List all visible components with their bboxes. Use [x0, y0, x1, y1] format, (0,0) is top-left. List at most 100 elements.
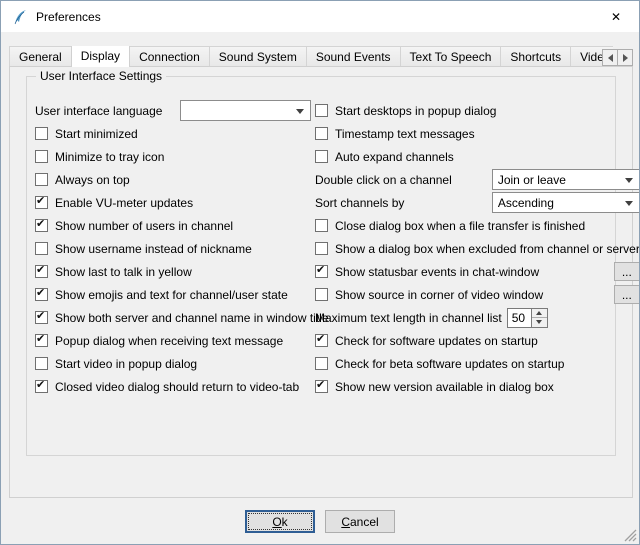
checkbox[interactable]: [35, 242, 48, 255]
checkbox-label: Close dialog box when a file transfer is…: [335, 219, 585, 233]
checkbox-label: Closed video dialog should return to vid…: [55, 380, 299, 394]
checkbox-row[interactable]: Start desktops in popup dialog: [315, 99, 640, 122]
checkbox-label: Show a dialog box when excluded from cha…: [335, 242, 640, 256]
checkbox[interactable]: [35, 357, 48, 370]
right-bottom-checkbox-list: Check for software updates on startup Ch…: [315, 329, 640, 398]
ui-settings-groupbox: User Interface Settings User interface l…: [26, 76, 616, 456]
resize-grip[interactable]: [624, 529, 637, 542]
tab[interactable]: Sound Events: [306, 46, 401, 66]
arrow-left-icon: [608, 54, 613, 62]
double-click-dropdown[interactable]: Join or leave: [492, 169, 640, 190]
checkbox-label: Start desktops in popup dialog: [335, 104, 496, 118]
checkbox-row[interactable]: Auto expand channels: [315, 145, 640, 168]
checkbox-label: Show last to talk in yellow: [55, 265, 192, 279]
tab-label: Display: [81, 49, 120, 63]
window-title: Preferences: [36, 10, 101, 24]
checkbox[interactable]: [315, 357, 328, 370]
checkbox[interactable]: [315, 288, 328, 301]
checkbox-row[interactable]: Show number of users in channel: [35, 214, 311, 237]
checkbox[interactable]: [35, 265, 48, 278]
checkbox-label: Show statusbar events in chat-window: [335, 265, 539, 279]
checkbox-row[interactable]: Show new version available in dialog box: [315, 375, 640, 398]
checkbox[interactable]: [315, 127, 328, 140]
checkbox[interactable]: [35, 150, 48, 163]
preferences-dialog: Preferences ✕ General Display Connection…: [0, 0, 640, 545]
checkbox-label: Timestamp text messages: [335, 127, 475, 141]
language-label: User interface language: [35, 104, 162, 118]
ok-button-label: Ok: [272, 515, 287, 529]
checkbox[interactable]: [35, 127, 48, 140]
checkbox[interactable]: [35, 380, 48, 393]
checkbox-row[interactable]: Minimize to tray icon: [35, 145, 311, 168]
language-dropdown[interactable]: [180, 100, 311, 121]
tab-scroll-right-button[interactable]: [617, 49, 633, 66]
sort-channels-dropdown-value: Ascending: [498, 196, 554, 210]
checkbox-row[interactable]: Show a dialog box when excluded from cha…: [315, 237, 640, 260]
tab-scroll-left-button[interactable]: [602, 49, 618, 66]
close-button[interactable]: ✕: [593, 1, 639, 32]
statusbar-events-row[interactable]: Show statusbar events in chat-window ...: [315, 260, 640, 283]
tab[interactable]: Shortcuts: [500, 46, 571, 66]
checkbox-label: Popup dialog when receiving text message: [55, 334, 283, 348]
tab[interactable]: Sound System: [209, 46, 307, 66]
checkbox[interactable]: [35, 288, 48, 301]
title-bar: Preferences ✕: [1, 1, 639, 32]
checkbox-label: Check for beta software updates on start…: [335, 357, 564, 371]
checkbox[interactable]: [315, 104, 328, 117]
video-source-more-button[interactable]: ...: [614, 285, 640, 304]
spinner-up-icon[interactable]: [532, 309, 547, 319]
checkbox-row[interactable]: Close dialog box when a file transfer is…: [315, 214, 640, 237]
tab-label: Shortcuts: [510, 50, 561, 64]
tab-bar: General Display Connection Sound System …: [9, 46, 613, 67]
checkbox-label: Show both server and channel name in win…: [55, 311, 329, 325]
checkbox[interactable]: [315, 380, 328, 393]
checkbox-row[interactable]: Show emojis and text for channel/user st…: [35, 283, 311, 306]
checkbox[interactable]: [35, 196, 48, 209]
checkbox[interactable]: [35, 219, 48, 232]
checkbox-row[interactable]: Show last to talk in yellow: [35, 260, 311, 283]
checkbox[interactable]: [315, 242, 328, 255]
tab[interactable]: General: [9, 46, 72, 66]
checkbox[interactable]: [315, 334, 328, 347]
checkbox[interactable]: [315, 150, 328, 163]
checkbox[interactable]: [315, 219, 328, 232]
checkbox[interactable]: [35, 173, 48, 186]
tab-label: Sound Events: [316, 50, 391, 64]
spinner-buttons: [531, 308, 548, 328]
checkbox-row[interactable]: Enable VU-meter updates: [35, 191, 311, 214]
chevron-down-icon: [625, 201, 633, 206]
checkbox-row[interactable]: Show both server and channel name in win…: [35, 306, 311, 329]
display-tab-page: User Interface Settings User interface l…: [9, 66, 633, 498]
sort-channels-label: Sort channels by: [315, 196, 404, 210]
checkbox-row[interactable]: Start minimized: [35, 122, 311, 145]
statusbar-events-more-button[interactable]: ...: [614, 262, 640, 281]
tab[interactable]: Display: [71, 46, 130, 67]
checkbox-label: Show number of users in channel: [55, 219, 233, 233]
checkbox-row[interactable]: Check for software updates on startup: [315, 329, 640, 352]
sort-channels-dropdown[interactable]: Ascending: [492, 192, 640, 213]
checkbox[interactable]: [35, 311, 48, 324]
right-top-checkbox-list: Start desktops in popup dialog Timestamp…: [315, 99, 640, 168]
checkbox-label: Enable VU-meter updates: [55, 196, 193, 210]
spinner-down-icon[interactable]: [532, 318, 547, 327]
checkbox-row[interactable]: Popup dialog when receiving text message: [35, 329, 311, 352]
checkbox-row[interactable]: Show username instead of nickname: [35, 237, 311, 260]
dialog-footer: Ok Cancel: [1, 510, 639, 533]
checkbox[interactable]: [315, 265, 328, 278]
max-text-length-spinner[interactable]: 50: [507, 308, 548, 328]
ok-button[interactable]: Ok: [245, 510, 315, 533]
checkbox-row[interactable]: Timestamp text messages: [315, 122, 640, 145]
checkbox[interactable]: [35, 334, 48, 347]
checkbox-row[interactable]: Check for beta software updates on start…: [315, 352, 640, 375]
language-row: User interface language: [35, 99, 311, 122]
max-text-length-value[interactable]: 50: [507, 308, 531, 328]
tab[interactable]: Text To Speech: [400, 46, 502, 66]
checkbox-row[interactable]: Start video in popup dialog: [35, 352, 311, 375]
left-checkbox-list: Start minimized Minimize to tray icon Al…: [35, 122, 311, 398]
tab-label: General: [19, 50, 62, 64]
checkbox-row[interactable]: Always on top: [35, 168, 311, 191]
checkbox-row[interactable]: Closed video dialog should return to vid…: [35, 375, 311, 398]
cancel-button[interactable]: Cancel: [325, 510, 395, 533]
video-source-row[interactable]: Show source in corner of video window ..…: [315, 283, 640, 306]
tab[interactable]: Connection: [129, 46, 210, 66]
